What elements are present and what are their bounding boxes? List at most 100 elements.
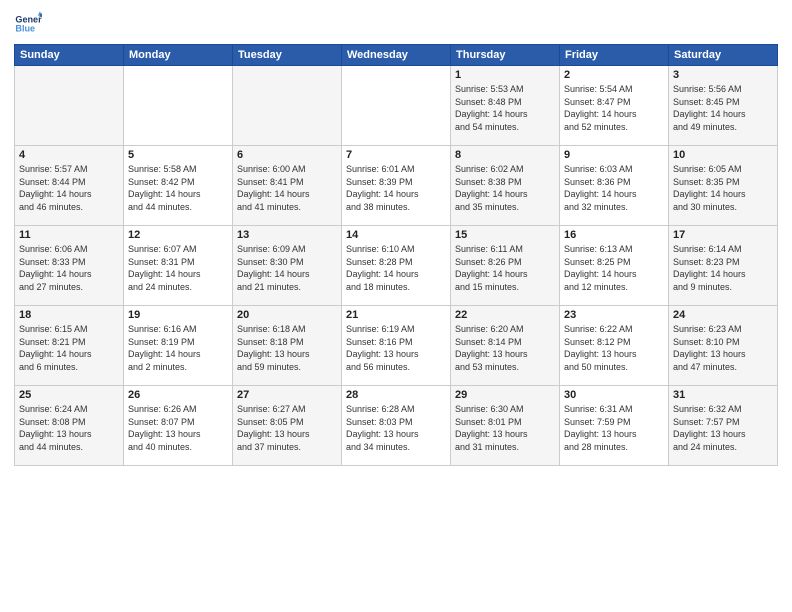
- page: General Blue SundayMondayTuesdayWednesda…: [0, 0, 792, 612]
- calendar-day: 23 Sunrise: 6:22 AM Sunset: 8:12 PM Dayli…: [560, 306, 669, 386]
- calendar-day: 31 Sunrise: 6:32 AM Sunset: 7:57 PM Dayli…: [669, 386, 778, 466]
- day-info: Sunrise: 5:54 AM Sunset: 8:47 PM Dayligh…: [564, 83, 664, 133]
- day-number: 3: [673, 69, 773, 81]
- day-header-friday: Friday: [560, 45, 669, 66]
- calendar-day: 1 Sunrise: 5:53 AM Sunset: 8:48 PM Daylig…: [451, 66, 560, 146]
- day-info: Sunrise: 6:20 AM Sunset: 8:14 PM Dayligh…: [455, 323, 555, 373]
- calendar-header: SundayMondayTuesdayWednesdayThursdayFrid…: [15, 45, 778, 66]
- day-info: Sunrise: 6:03 AM Sunset: 8:36 PM Dayligh…: [564, 163, 664, 213]
- day-number: 1: [455, 69, 555, 81]
- day-number: 16: [564, 229, 664, 241]
- calendar-day: 20Sunrise: 6:18 AM Sunset: 8:18 PM Dayli…: [233, 306, 342, 386]
- day-info: Sunrise: 6:06 AM Sunset: 8:33 PM Dayligh…: [19, 243, 119, 293]
- day-info: Sunrise: 6:01 AM Sunset: 8:39 PM Dayligh…: [346, 163, 446, 213]
- svg-text:Blue: Blue: [15, 24, 35, 34]
- day-number: 25: [19, 389, 119, 401]
- calendar-day: [124, 66, 233, 146]
- day-info: Sunrise: 5:56 AM Sunset: 8:45 PM Dayligh…: [673, 83, 773, 133]
- calendar-day: 14 Sunrise: 6:10 AM Sunset: 8:28 PM Dayli…: [342, 226, 451, 306]
- calendar-day: 24Sunrise: 6:23 AM Sunset: 8:10 PM Dayli…: [669, 306, 778, 386]
- header-row: SundayMondayTuesdayWednesdayThursdayFrid…: [15, 45, 778, 66]
- day-info: Sunrise: 6:26 AM Sunset: 8:07 PM Dayligh…: [128, 403, 228, 453]
- day-info: Sunrise: 6:14 AM Sunset: 8:23 PM Dayligh…: [673, 243, 773, 293]
- day-number: 9: [564, 149, 664, 161]
- day-number: 8: [455, 149, 555, 161]
- day-number: 17: [673, 229, 773, 241]
- calendar-day: 3 Sunrise: 5:56 AM Sunset: 8:45 PM Daylig…: [669, 66, 778, 146]
- calendar-day: 5 Sunrise: 5:58 AM Sunset: 8:42 PM Daylig…: [124, 146, 233, 226]
- day-number: 23: [564, 309, 664, 321]
- calendar-day: [342, 66, 451, 146]
- day-header-wednesday: Wednesday: [342, 45, 451, 66]
- calendar-day: 29Sunrise: 6:30 AM Sunset: 8:01 PM Dayli…: [451, 386, 560, 466]
- day-number: 20: [237, 309, 337, 321]
- day-info: Sunrise: 6:19 AM Sunset: 8:16 PM Dayligh…: [346, 323, 446, 373]
- calendar-day: 4 Sunrise: 5:57 AM Sunset: 8:44 PM Daylig…: [15, 146, 124, 226]
- day-info: Sunrise: 6:02 AM Sunset: 8:38 PM Dayligh…: [455, 163, 555, 213]
- calendar-day: 18Sunrise: 6:15 AM Sunset: 8:21 PM Dayli…: [15, 306, 124, 386]
- day-info: Sunrise: 6:31 AM Sunset: 7:59 PM Dayligh…: [564, 403, 664, 453]
- day-number: 28: [346, 389, 446, 401]
- day-number: 15: [455, 229, 555, 241]
- calendar-day: 22 Sunrise: 6:20 AM Sunset: 8:14 PM Dayli…: [451, 306, 560, 386]
- day-number: 2: [564, 69, 664, 81]
- calendar-day: [15, 66, 124, 146]
- day-header-tuesday: Tuesday: [233, 45, 342, 66]
- calendar-week-5: 25 Sunrise: 6:24 AM Sunset: 8:08 PM Dayli…: [15, 386, 778, 466]
- day-number: 29: [455, 389, 555, 401]
- day-header-monday: Monday: [124, 45, 233, 66]
- day-info: Sunrise: 6:22 AM Sunset: 8:12 PM Dayligh…: [564, 323, 664, 373]
- day-header-sunday: Sunday: [15, 45, 124, 66]
- day-header-saturday: Saturday: [669, 45, 778, 66]
- day-info: Sunrise: 6:28 AM Sunset: 8:03 PM Dayligh…: [346, 403, 446, 453]
- day-info: Sunrise: 6:15 AM Sunset: 8:21 PM Dayligh…: [19, 323, 119, 373]
- day-info: Sunrise: 6:11 AM Sunset: 8:26 PM Dayligh…: [455, 243, 555, 293]
- calendar-day: 26 Sunrise: 6:26 AM Sunset: 8:07 PM Dayli…: [124, 386, 233, 466]
- day-info: Sunrise: 5:58 AM Sunset: 8:42 PM Dayligh…: [128, 163, 228, 213]
- calendar-day: 13Sunrise: 6:09 AM Sunset: 8:30 PM Dayli…: [233, 226, 342, 306]
- day-number: 12: [128, 229, 228, 241]
- day-info: Sunrise: 6:16 AM Sunset: 8:19 PM Dayligh…: [128, 323, 228, 373]
- day-info: Sunrise: 6:27 AM Sunset: 8:05 PM Dayligh…: [237, 403, 337, 453]
- day-number: 14: [346, 229, 446, 241]
- day-info: Sunrise: 6:10 AM Sunset: 8:28 PM Dayligh…: [346, 243, 446, 293]
- calendar-day: 8 Sunrise: 6:02 AM Sunset: 8:38 PM Daylig…: [451, 146, 560, 226]
- day-number: 13: [237, 229, 337, 241]
- day-number: 22: [455, 309, 555, 321]
- day-info: Sunrise: 6:13 AM Sunset: 8:25 PM Dayligh…: [564, 243, 664, 293]
- calendar-day: 2 Sunrise: 5:54 AM Sunset: 8:47 PM Daylig…: [560, 66, 669, 146]
- day-info: Sunrise: 6:07 AM Sunset: 8:31 PM Dayligh…: [128, 243, 228, 293]
- day-number: 4: [19, 149, 119, 161]
- day-number: 7: [346, 149, 446, 161]
- day-info: Sunrise: 6:00 AM Sunset: 8:41 PM Dayligh…: [237, 163, 337, 213]
- calendar-day: [233, 66, 342, 146]
- calendar-week-4: 18Sunrise: 6:15 AM Sunset: 8:21 PM Dayli…: [15, 306, 778, 386]
- day-header-thursday: Thursday: [451, 45, 560, 66]
- calendar-day: 10Sunrise: 6:05 AM Sunset: 8:35 PM Dayli…: [669, 146, 778, 226]
- day-info: Sunrise: 5:53 AM Sunset: 8:48 PM Dayligh…: [455, 83, 555, 133]
- day-info: Sunrise: 6:05 AM Sunset: 8:35 PM Dayligh…: [673, 163, 773, 213]
- day-number: 27: [237, 389, 337, 401]
- calendar-week-2: 4 Sunrise: 5:57 AM Sunset: 8:44 PM Daylig…: [15, 146, 778, 226]
- calendar-day: 12 Sunrise: 6:07 AM Sunset: 8:31 PM Dayli…: [124, 226, 233, 306]
- calendar-day: 27 Sunrise: 6:27 AM Sunset: 8:05 PM Dayli…: [233, 386, 342, 466]
- day-number: 21: [346, 309, 446, 321]
- day-number: 11: [19, 229, 119, 241]
- day-number: 30: [564, 389, 664, 401]
- day-info: Sunrise: 6:24 AM Sunset: 8:08 PM Dayligh…: [19, 403, 119, 453]
- calendar-day: 28 Sunrise: 6:28 AM Sunset: 8:03 PM Dayli…: [342, 386, 451, 466]
- calendar-day: 9 Sunrise: 6:03 AM Sunset: 8:36 PM Daylig…: [560, 146, 669, 226]
- day-info: Sunrise: 6:32 AM Sunset: 7:57 PM Dayligh…: [673, 403, 773, 453]
- logo-icon: General Blue: [14, 10, 42, 38]
- calendar-day: 30 Sunrise: 6:31 AM Sunset: 7:59 PM Dayli…: [560, 386, 669, 466]
- day-number: 26: [128, 389, 228, 401]
- day-number: 6: [237, 149, 337, 161]
- day-number: 5: [128, 149, 228, 161]
- header: General Blue: [14, 10, 778, 38]
- day-number: 24: [673, 309, 773, 321]
- day-number: 31: [673, 389, 773, 401]
- calendar-day: 25 Sunrise: 6:24 AM Sunset: 8:08 PM Dayli…: [15, 386, 124, 466]
- day-info: Sunrise: 5:57 AM Sunset: 8:44 PM Dayligh…: [19, 163, 119, 213]
- calendar-day: 19Sunrise: 6:16 AM Sunset: 8:19 PM Dayli…: [124, 306, 233, 386]
- calendar-day: 6 Sunrise: 6:00 AM Sunset: 8:41 PM Daylig…: [233, 146, 342, 226]
